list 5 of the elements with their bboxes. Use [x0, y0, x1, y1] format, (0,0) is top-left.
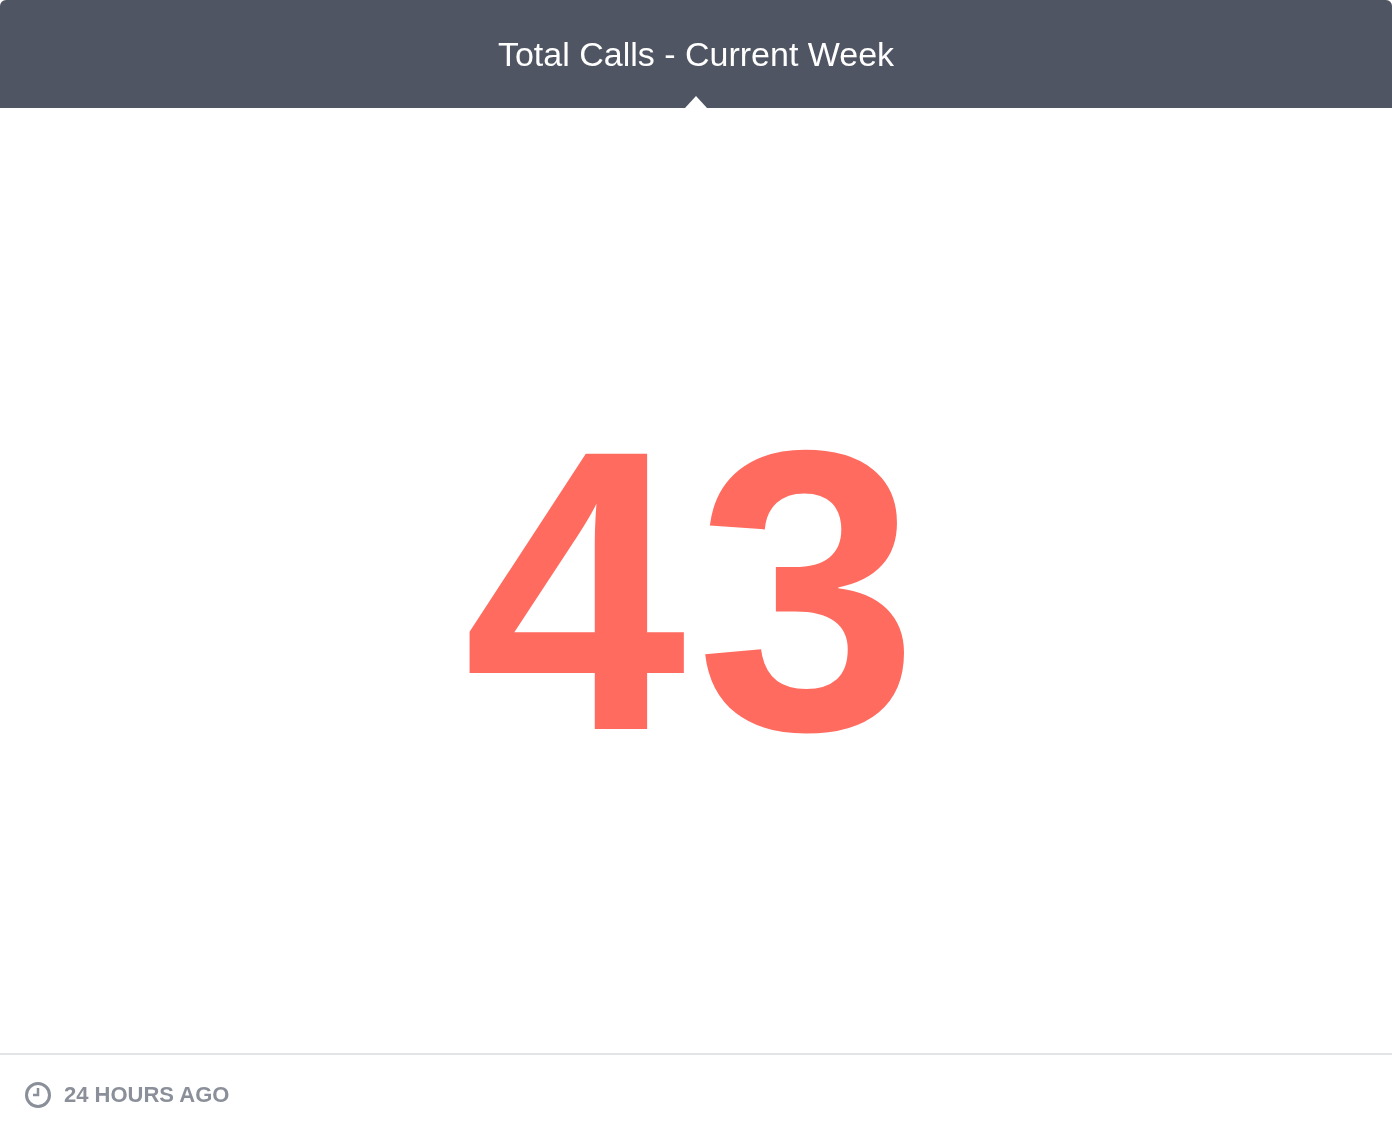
widget-title: Total Calls - Current Week — [497, 37, 895, 71]
metric-value: 43 — [463, 370, 929, 791]
clock-icon — [24, 1080, 52, 1109]
pointer-notch — [685, 96, 707, 108]
last-updated-text: 24 HOURS AGO — [64, 1081, 230, 1109]
